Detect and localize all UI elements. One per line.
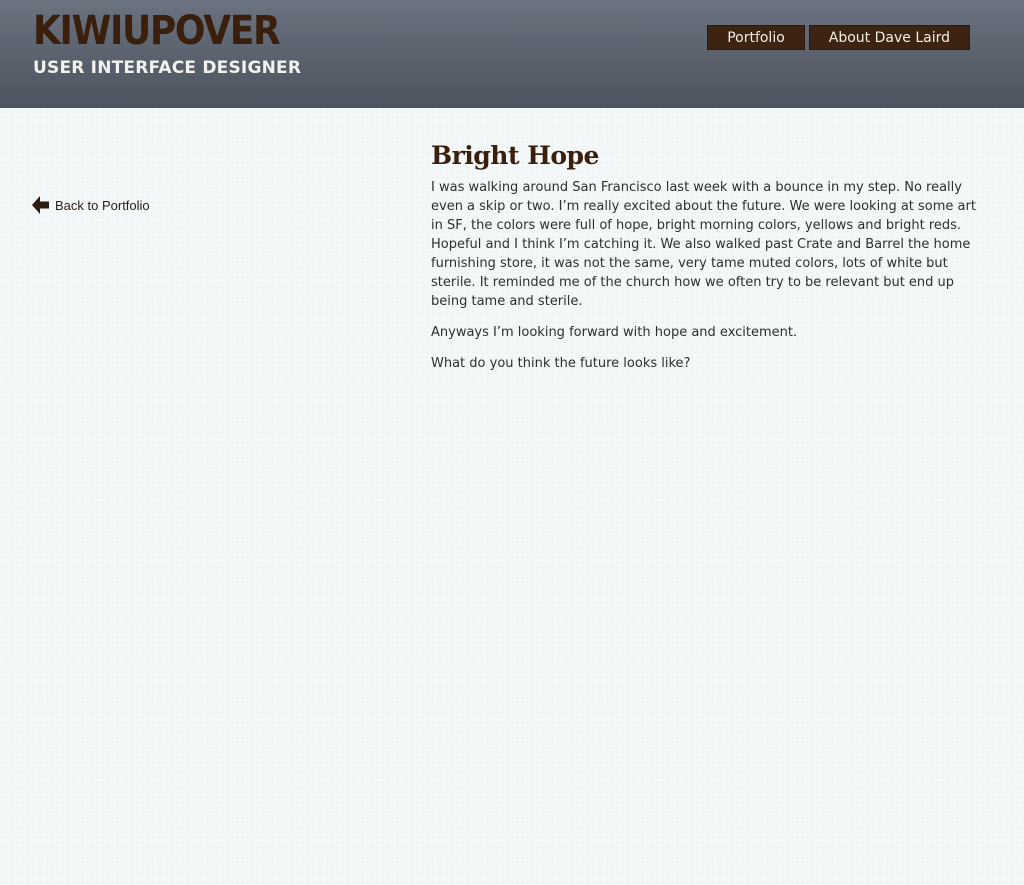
post-title: Bright Hope xyxy=(431,141,599,170)
back-arrow-icon xyxy=(32,195,50,215)
header-zigzag-edge xyxy=(0,99,1024,108)
logo-subtitle: USER INTERFACE DESIGNER xyxy=(33,58,302,78)
back-to-portfolio-label: Back to Portfolio xyxy=(55,197,150,213)
nav-about-button[interactable]: About Dave Laird xyxy=(808,25,970,50)
logo-title: KIWIUPOVER xyxy=(33,8,281,54)
post-paragraph: What do you think the future looks like? xyxy=(431,356,691,371)
back-to-portfolio-link[interactable]: Back to Portfolio xyxy=(32,195,150,215)
main-nav: Portfolio About Dave Laird xyxy=(707,25,970,50)
blog-post: Bright Hope I was walking around San Fra… xyxy=(431,140,991,385)
site-logo[interactable]: KIWIUPOVER USER INTERFACE DESIGNER xyxy=(33,9,307,78)
nav-portfolio-button[interactable]: Portfolio xyxy=(707,25,805,50)
site-header: KIWIUPOVER USER INTERFACE DESIGNER Portf… xyxy=(0,0,1024,108)
post-paragraph: Anyways I’m looking forward with hope an… xyxy=(431,325,798,340)
post-paragraph: I was walking around San Francisco last … xyxy=(431,180,976,309)
